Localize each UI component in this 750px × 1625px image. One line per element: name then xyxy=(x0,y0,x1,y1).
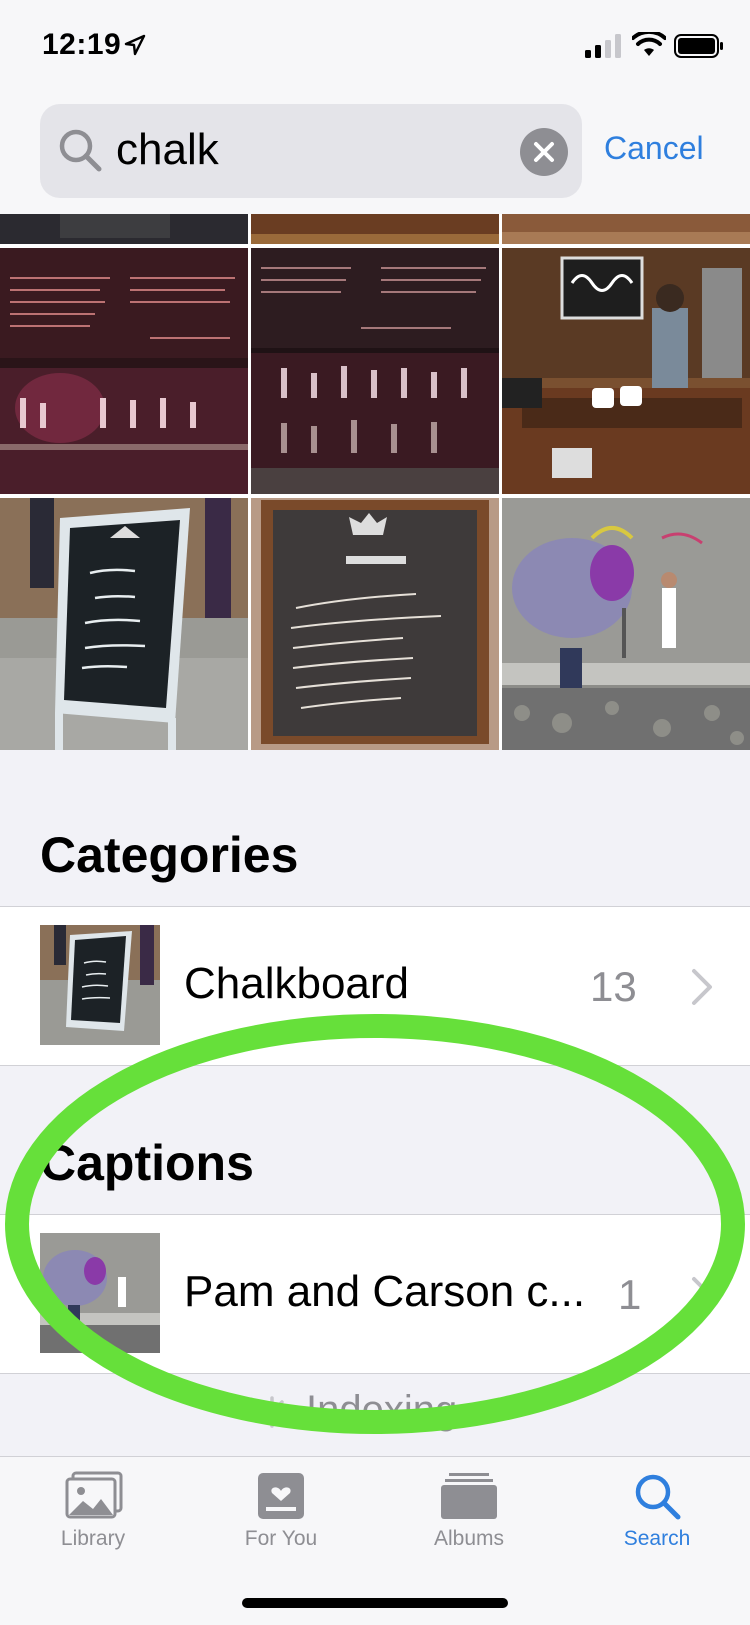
captions-header: Captions xyxy=(40,1135,254,1191)
tab-for-you[interactable]: For You xyxy=(201,1471,361,1551)
photo-results-grid xyxy=(0,214,750,750)
chevron-right-icon xyxy=(692,1277,712,1313)
search-query-text[interactable]: chalk xyxy=(116,124,219,176)
photo-thumbnail-partial-3[interactable] xyxy=(502,214,750,244)
photo-thumbnail-partial-2[interactable] xyxy=(251,214,499,244)
loading-spinner-icon xyxy=(256,1396,288,1428)
photo-thumbnail-partial-1[interactable] xyxy=(0,214,248,244)
wifi-icon xyxy=(632,32,666,56)
photo-thumbnail-coffee-bar[interactable] xyxy=(502,248,750,494)
chevron-right-icon xyxy=(692,969,712,1005)
photo-thumbnail-small-town-board[interactable] xyxy=(251,498,499,750)
tab-library[interactable]: Library xyxy=(13,1471,173,1551)
search-input[interactable]: chalk xyxy=(40,104,582,198)
tab-search[interactable]: Search xyxy=(577,1471,737,1551)
tab-label: For You xyxy=(244,1527,318,1550)
tab-label: Library xyxy=(60,1527,126,1550)
category-count: 13 xyxy=(590,963,637,1010)
battery-icon xyxy=(674,34,723,58)
category-thumbnail xyxy=(40,925,160,1045)
photo-thumbnail-open-sign[interactable] xyxy=(0,498,248,750)
caption-count: 1 xyxy=(618,1271,642,1318)
location-arrow-icon xyxy=(124,34,146,56)
caption-row-pam-and-carson[interactable]: Pam and Carson c... 1 xyxy=(0,1214,750,1374)
caption-label: Pam and Carson c... xyxy=(184,1267,586,1316)
photo-thumbnail-chalk-mural[interactable] xyxy=(502,498,750,750)
albums-icon xyxy=(441,1473,497,1519)
search-bar: chalk Cancel xyxy=(0,96,750,214)
cancel-button[interactable]: Cancel xyxy=(604,130,704,167)
caption-thumbnail xyxy=(40,1233,160,1353)
search-icon xyxy=(635,1474,681,1520)
category-row-chalkboard[interactable]: Chalkboard 13 xyxy=(0,906,750,1066)
status-bar: 12:19 xyxy=(0,0,750,96)
cellular-signal-icon xyxy=(585,34,621,58)
category-label: Chalkboard xyxy=(184,959,410,1008)
photo-thumbnail-bar-menu-1[interactable] xyxy=(0,248,248,494)
library-icon xyxy=(65,1471,123,1519)
indexing-label: Indexing xyxy=(306,1388,458,1432)
categories-header: Categories xyxy=(40,827,299,883)
tab-label: Search xyxy=(623,1527,691,1550)
photo-thumbnail-bar-menu-2[interactable] xyxy=(251,248,499,494)
for-you-icon xyxy=(258,1473,304,1519)
tab-label: Albums xyxy=(433,1527,505,1550)
clear-x-icon xyxy=(534,142,554,162)
status-time: 12:19 xyxy=(42,28,122,61)
tab-albums[interactable]: Albums xyxy=(389,1471,549,1551)
home-indicator[interactable] xyxy=(242,1598,508,1608)
clear-search-button[interactable] xyxy=(520,128,568,176)
magnifier-icon xyxy=(59,129,102,172)
